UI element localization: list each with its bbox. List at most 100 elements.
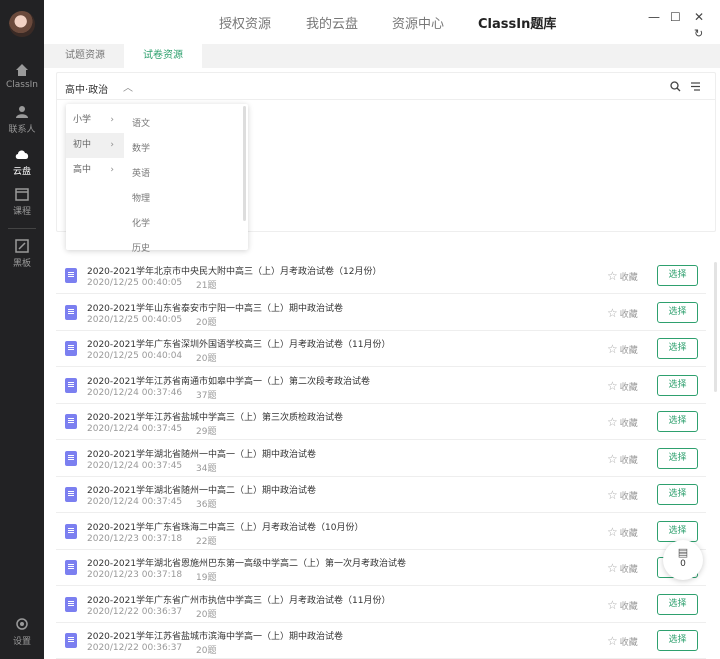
question-count: 20题 <box>196 609 217 620</box>
list-item[interactable]: 2020-2021学年江苏省盐城中学高三（上）第三次质检政治试卷 2020/12… <box>56 404 706 440</box>
tab-classin-question-bank[interactable]: ClassIn题库 <box>478 13 556 32</box>
sidebar-item-settings[interactable]: 设置 <box>0 616 44 652</box>
paper-title[interactable]: 2020-2021学年江苏省盐城中学高三（上）第三次质检政治试卷 <box>87 410 343 423</box>
favorite-button[interactable]: ☆ 收藏 <box>607 342 638 356</box>
chevron-up-icon[interactable]: ︿ <box>123 79 133 94</box>
question-count: 20题 <box>196 317 217 328</box>
search-icon[interactable] <box>670 81 681 92</box>
list-item[interactable]: 2020-2021学年江苏省盐城市滨海中学高一（上）期中政治试卷 2020/12… <box>56 623 706 659</box>
star-icon: ☆ <box>607 524 618 539</box>
document-icon <box>65 560 77 575</box>
favorite-button[interactable]: ☆ 收藏 <box>607 415 638 429</box>
question-count: 37题 <box>196 390 217 401</box>
basket-count: 0 <box>680 559 686 569</box>
star-icon: ☆ <box>607 634 618 648</box>
tab-resource-center[interactable]: 资源中心 <box>392 13 444 32</box>
select-button[interactable]: 选择 <box>657 593 698 615</box>
favorite-button[interactable]: ☆ 收藏 <box>607 379 638 393</box>
favorite-button[interactable]: ☆ 收藏 <box>607 488 638 502</box>
favorite-button[interactable]: ☆ 收藏 <box>607 598 638 612</box>
list-item[interactable]: 2020-2021学年湖北省随州一中高一（上）期中政治试卷 2020/12/24… <box>56 441 706 477</box>
paper-title[interactable]: 2020-2021学年广东省珠海二中高三（上）月考政治试卷（10月份） <box>87 520 364 533</box>
select-button[interactable]: 选择 <box>657 265 698 286</box>
select-button[interactable]: 选择 <box>657 630 698 651</box>
grade-subject-selector[interactable]: 高中·政治 <box>65 81 108 96</box>
list-item[interactable]: 2020-2021学年广东省珠海二中高三（上）月考政治试卷（10月份） 2020… <box>56 514 706 550</box>
select-button[interactable]: 选择 <box>657 374 698 396</box>
sidebar-item-label: 黑板 <box>12 259 31 269</box>
sidebar-item-label: 设置 <box>12 637 31 647</box>
paper-title[interactable]: 2020-2021学年湖北省随州一中高二（上）期中政治试卷 <box>87 483 316 496</box>
paper-title[interactable]: 2020-2021学年广东省广州市执信中学高三（上）月考政治试卷（11月份） <box>87 593 391 606</box>
list-item[interactable]: 2020-2021学年湖北省随州一中高二（上）期中政治试卷 2020/12/24… <box>56 477 706 513</box>
level-option-primary[interactable]: 小学 › <box>66 108 124 133</box>
refresh-icon[interactable]: ↻ <box>694 27 703 40</box>
sidebar-item-contacts[interactable]: 联系人 <box>0 104 44 140</box>
paper-title[interactable]: 2020-2021学年广东省深圳外国语学校高三（上）月考政治试卷（11月份） <box>87 337 391 350</box>
paper-title[interactable]: 2020-2021学年北京市中央民大附中高三（上）月考政治试卷（12月份） <box>87 264 382 277</box>
paper-title[interactable]: 2020-2021学年江苏省南通市如皋中学高一（上）第二次段考政治试卷 <box>87 374 370 387</box>
favorite-button[interactable]: ☆ 收藏 <box>607 452 638 466</box>
subject-option[interactable]: 化学 <box>132 216 150 229</box>
select-button[interactable]: 选择 <box>657 520 698 542</box>
subject-option[interactable]: 数学 <box>132 141 150 154</box>
question-count: 36题 <box>196 500 217 510</box>
level-option-junior[interactable]: 初中 › <box>66 133 124 158</box>
question-count: 29题 <box>196 427 217 437</box>
paper-date: 2020/12/23 00:37:18 <box>87 570 183 580</box>
paper-title[interactable]: 2020-2021学年山东省泰安市宁阳一中高三（上）期中政治试卷 <box>87 301 343 314</box>
maximize-icon[interactable]: ☐ <box>670 10 681 24</box>
select-button[interactable]: 选择 <box>657 447 698 469</box>
list-item[interactable]: 2020-2021学年广东省广州市执信中学高三（上）月考政治试卷（11月份） 2… <box>56 587 706 623</box>
paper-title[interactable]: 2020-2021学年江苏省盐城市滨海中学高一（上）期中政治试卷 <box>87 629 343 642</box>
list-item[interactable]: 2020-2021学年湖北省恩施州巴东第一高级中学高二（上）第一次月考政治试卷 … <box>56 550 706 586</box>
sidebar-item-blackboard[interactable]: 黑板 <box>0 238 44 274</box>
close-icon[interactable]: ✕ <box>694 10 704 24</box>
tab-my-cloud[interactable]: 我的云盘 <box>306 13 358 32</box>
list-item[interactable]: 2020-2021学年北京市中央民大附中高三（上）月考政治试卷（12月份） 20… <box>56 258 706 294</box>
list-item[interactable]: 2020-2021学年广东省深圳外国语学校高三（上）月考政治试卷（11月份） 2… <box>56 331 706 367</box>
paper-basket-button[interactable]: ▤ 0 <box>663 540 703 580</box>
favorite-button[interactable]: ☆ 收藏 <box>607 306 638 320</box>
level-option-senior[interactable]: 高中 › <box>66 158 124 183</box>
resource-subtabs: 试题资源 试卷资源 <box>44 44 720 68</box>
dropdown-scrollbar[interactable] <box>243 106 246 221</box>
favorite-label: 收藏 <box>619 638 638 648</box>
select-button[interactable]: 选择 <box>657 411 698 432</box>
avatar[interactable] <box>9 11 35 37</box>
select-button[interactable]: 选择 <box>657 484 698 505</box>
subject-option[interactable]: 物理 <box>132 191 150 204</box>
chevron-right-icon: › <box>110 115 114 125</box>
sidebar-item-courses[interactable]: 课程 <box>0 186 44 222</box>
list-filter-icon[interactable] <box>690 81 701 92</box>
favorite-button[interactable]: ☆ 收藏 <box>607 525 638 539</box>
favorite-label: 收藏 <box>619 309 638 320</box>
tab-authorized-resources[interactable]: 授权资源 <box>219 13 271 32</box>
subject-option[interactable]: 历史 <box>132 241 150 254</box>
list-scrollbar[interactable] <box>714 262 717 392</box>
list-item[interactable]: 2020-2021学年江苏省南通市如皋中学高一（上）第二次段考政治试卷 2020… <box>56 368 706 404</box>
favorite-button[interactable]: ☆ 收藏 <box>607 634 638 648</box>
main-area: 授权资源 我的云盘 资源中心 ClassIn题库 — ☐ ✕ ↻ 试题资源 试卷… <box>44 0 720 659</box>
list-item[interactable]: 2020-2021学年山东省泰安市宁阳一中高三（上）期中政治试卷 2020/12… <box>56 295 706 331</box>
sidebar-item-classin[interactable]: ClassIn <box>0 62 44 98</box>
select-button[interactable]: 选择 <box>657 301 698 323</box>
subject-option[interactable]: 语文 <box>132 116 150 129</box>
paper-date: 2020/12/22 00:36:37 <box>87 643 183 653</box>
sidebar-item-cloud[interactable]: 云盘 <box>0 146 44 182</box>
document-icon <box>65 414 77 429</box>
favorite-button[interactable]: ☆ 收藏 <box>607 561 638 575</box>
paper-date: 2020/12/24 00:37:45 <box>87 460 183 471</box>
paper-title[interactable]: 2020-2021学年湖北省随州一中高一（上）期中政治试卷 <box>87 447 316 460</box>
minimize-icon[interactable]: — <box>648 10 660 24</box>
subtab-paper-resources[interactable]: 试卷资源 <box>124 44 202 68</box>
grade-level-list: 小学 › 初中 › 高中 › <box>66 104 124 250</box>
favorite-button[interactable]: ☆ 收藏 <box>607 269 638 283</box>
paper-date: 2020/12/25 00:40:05 <box>87 314 183 325</box>
document-icon <box>65 268 77 283</box>
level-label: 初中 <box>73 140 92 150</box>
subtab-question-resources[interactable]: 试题资源 <box>46 44 124 68</box>
subject-option[interactable]: 英语 <box>132 166 150 179</box>
paper-title[interactable]: 2020-2021学年湖北省恩施州巴东第一高级中学高二（上）第一次月考政治试卷 <box>87 556 406 569</box>
select-button[interactable]: 选择 <box>657 338 698 359</box>
